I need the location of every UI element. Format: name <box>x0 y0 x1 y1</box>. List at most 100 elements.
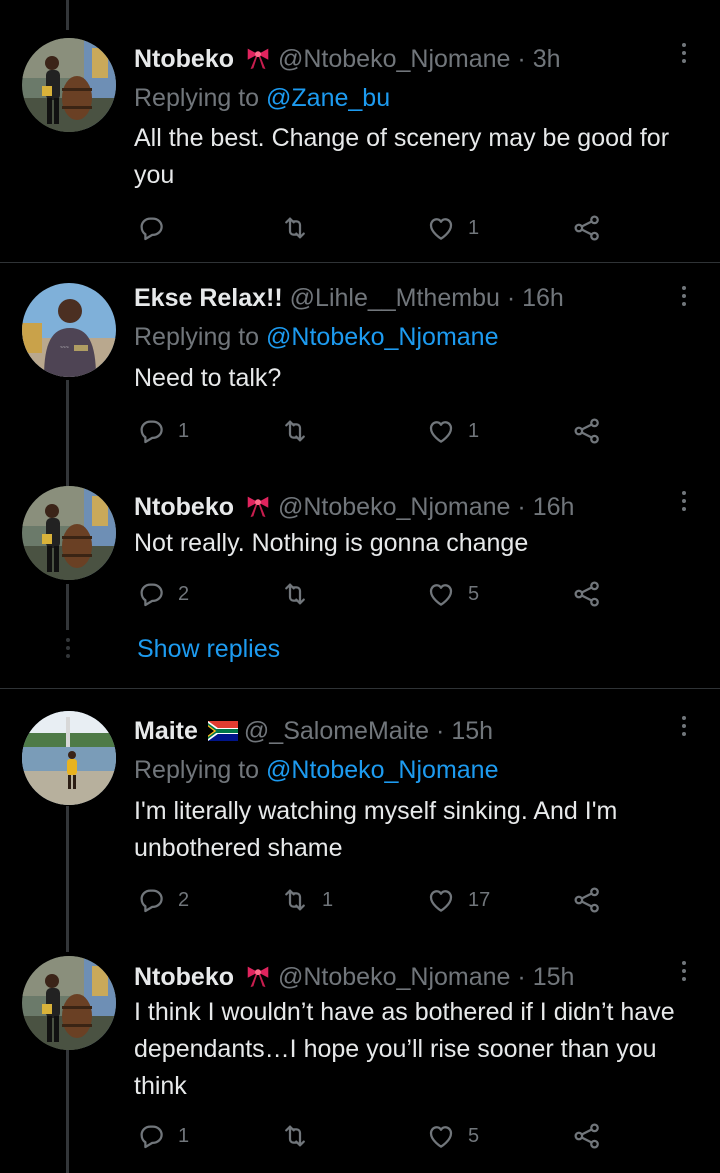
user-handle[interactable]: @Ntobeko_Njomane <box>278 45 510 73</box>
reply-button[interactable]: 2 <box>136 885 189 915</box>
timestamp[interactable]: 3h <box>533 45 561 73</box>
tweet-2[interactable]: Ekse Relax!! @Lihle__Mthembu · 16h Reply… <box>0 263 720 463</box>
tweet-header: Maite @_SalomeMaite · 15h <box>134 716 493 748</box>
reply-icon <box>136 1121 166 1151</box>
mention-link[interactable]: @Ntobeko_Njomane <box>266 323 498 351</box>
replying-to: Replying to @Zane_bu <box>134 83 390 113</box>
like-count: 1 <box>468 216 480 239</box>
more-options-icon[interactable] <box>674 956 694 986</box>
display-name[interactable]: Maite <box>134 717 198 745</box>
avatar[interactable] <box>22 711 116 805</box>
reply-icon <box>136 579 166 609</box>
reply-count: 1 <box>178 1124 190 1147</box>
share-button[interactable] <box>572 213 602 243</box>
tweet-header: Ntobeko @Ntobeko_Njomane · 3h <box>134 43 561 78</box>
tweet-header: Ekse Relax!! @Lihle__Mthembu · 16h <box>134 283 564 313</box>
display-name[interactable]: Ntobeko <box>134 45 234 73</box>
tweet-header: Ntobeko @Ntobeko_Njomane · 16h <box>134 491 574 526</box>
retweet-icon <box>280 1121 310 1151</box>
like-count: 1 <box>468 419 480 442</box>
ribbon-emoji-icon <box>244 961 272 996</box>
reply-button[interactable]: 1 <box>136 1121 189 1151</box>
reply-button[interactable]: 2 <box>136 579 189 609</box>
more-options-icon[interactable] <box>674 486 694 516</box>
like-count: 17 <box>468 888 491 911</box>
user-handle[interactable]: @_SalomeMaite <box>244 717 429 745</box>
more-options-icon[interactable] <box>674 38 694 68</box>
avatar[interactable] <box>22 956 116 1050</box>
share-icon <box>572 579 602 609</box>
retweet-button[interactable] <box>280 1121 322 1151</box>
tweet-header: Ntobeko @Ntobeko_Njomane · 15h <box>134 961 574 996</box>
separator-dot: · <box>517 493 526 521</box>
like-icon <box>426 1121 456 1151</box>
timestamp[interactable]: 16h <box>522 284 564 312</box>
tweet-text: I'm literally watching myself sinking. A… <box>134 797 618 862</box>
avatar[interactable] <box>22 38 116 132</box>
retweet-icon <box>280 579 310 609</box>
mention-link[interactable]: @Zane_bu <box>266 84 390 112</box>
retweet-button[interactable]: 1 <box>280 885 333 915</box>
user-handle[interactable]: @Ntobeko_Njomane <box>278 963 510 991</box>
more-options-icon[interactable] <box>674 281 694 311</box>
retweet-count: 1 <box>322 888 334 911</box>
like-button[interactable]: 5 <box>426 1121 479 1151</box>
reply-button[interactable] <box>136 213 178 243</box>
like-icon <box>426 579 456 609</box>
user-handle[interactable]: @Lihle__Mthembu <box>290 284 500 312</box>
replying-to-label: Replying to <box>134 84 260 112</box>
like-count: 5 <box>468 1124 480 1147</box>
reply-icon <box>136 416 166 446</box>
more-options-icon[interactable] <box>674 711 694 741</box>
separator-dot: · <box>517 963 526 991</box>
thread-continuation-dots <box>66 638 70 658</box>
like-button[interactable]: 1 <box>426 416 479 446</box>
like-icon <box>426 213 456 243</box>
like-button[interactable]: 5 <box>426 579 479 609</box>
retweet-button[interactable] <box>280 416 322 446</box>
separator-dot: · <box>506 284 516 312</box>
share-button[interactable] <box>572 416 602 446</box>
mention-link[interactable]: @Ntobeko_Njomane <box>266 756 498 784</box>
replying-to: Replying to @Ntobeko_Njomane <box>134 322 498 352</box>
like-icon <box>426 416 456 446</box>
tweet-text: Not really. Nothing is gonna change <box>134 529 529 557</box>
tweet-3[interactable]: Ntobeko @Ntobeko_Njomane · 16h Not really… <box>0 470 720 620</box>
share-button[interactable] <box>572 1121 602 1151</box>
share-button[interactable] <box>572 579 602 609</box>
share-icon <box>572 416 602 446</box>
tweet-5[interactable]: Ntobeko @Ntobeko_Njomane · 15h I think I … <box>0 950 720 1173</box>
display-name[interactable]: Ntobeko <box>134 493 234 521</box>
reply-button[interactable]: 1 <box>136 416 189 446</box>
timestamp[interactable]: 15h <box>533 963 575 991</box>
avatar[interactable] <box>22 283 116 377</box>
separator-dot: · <box>517 45 526 73</box>
share-button[interactable] <box>572 885 602 915</box>
timestamp[interactable]: 15h <box>451 717 493 745</box>
share-icon <box>572 1121 602 1151</box>
tweet-actions: 1 1 <box>136 416 616 446</box>
replying-to-label: Replying to <box>134 323 260 351</box>
timestamp[interactable]: 16h <box>533 493 575 521</box>
user-handle[interactable]: @Ntobeko_Njomane <box>278 493 510 521</box>
tweet-actions: 1 <box>136 213 616 243</box>
tweet-text: I think I wouldn’t have as bothered if I… <box>134 998 675 1100</box>
retweet-button[interactable] <box>280 213 322 243</box>
retweet-icon <box>280 416 310 446</box>
share-icon <box>572 885 602 915</box>
like-button[interactable]: 17 <box>426 885 490 915</box>
separator-dot: · <box>436 717 445 745</box>
tweet-4[interactable]: Maite @_SalomeMaite · 15h Replying to @Nt… <box>0 689 720 949</box>
show-replies-link[interactable]: Show replies <box>137 634 280 664</box>
tweet-1[interactable]: Ntobeko @Ntobeko_Njomane · 3h Replying to… <box>0 0 720 262</box>
like-button[interactable]: 1 <box>426 213 479 243</box>
retweet-button[interactable] <box>280 579 322 609</box>
like-icon <box>426 885 456 915</box>
display-name[interactable]: Ntobeko <box>134 963 234 991</box>
avatar[interactable] <box>22 486 116 580</box>
retweet-icon <box>280 213 310 243</box>
share-icon <box>572 213 602 243</box>
display-name[interactable]: Ekse Relax!! <box>134 284 283 312</box>
reply-count: 1 <box>178 419 190 442</box>
replying-to: Replying to @Ntobeko_Njomane <box>134 755 498 785</box>
